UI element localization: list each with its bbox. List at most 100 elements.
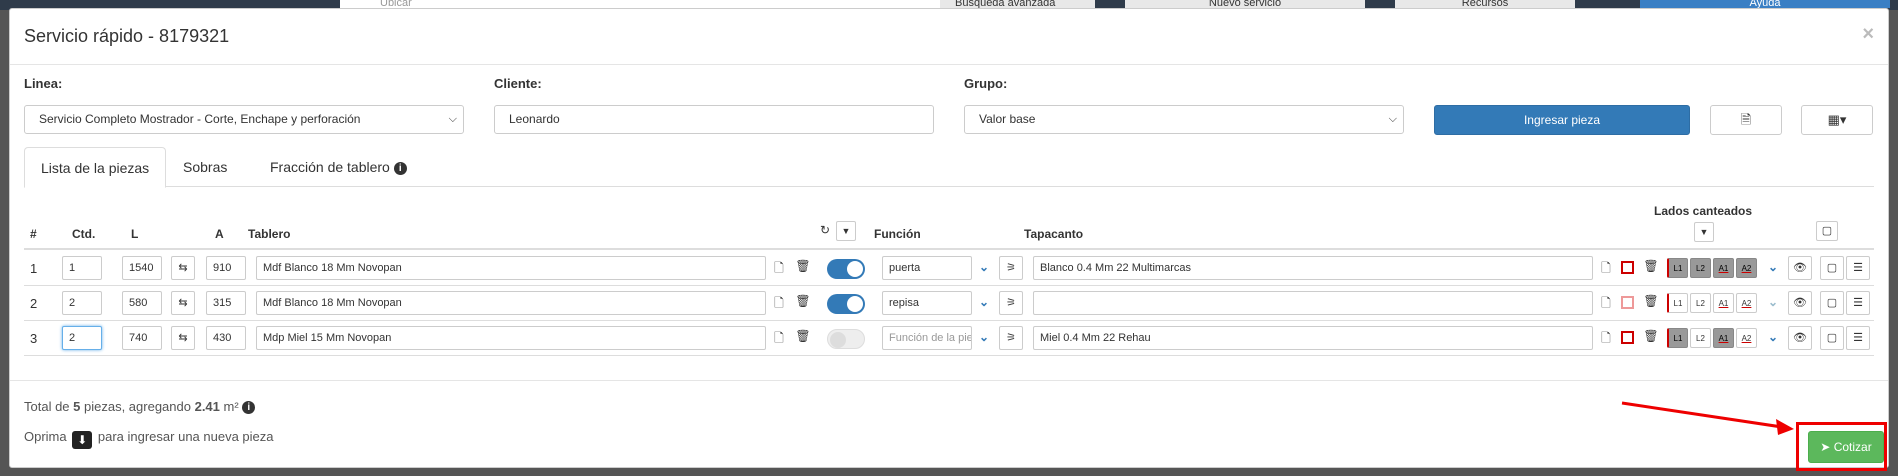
export-document-button[interactable]: 🗎 <box>1710 105 1782 135</box>
qty-input[interactable]: 2 <box>62 291 102 315</box>
rotate-toggle[interactable] <box>827 294 865 314</box>
drill-button[interactable]: ⚞ <box>999 326 1023 350</box>
length-input[interactable]: 740 <box>122 326 162 350</box>
info-icon[interactable]: i <box>393 162 407 175</box>
cotizar-button[interactable]: ➤ Cotizar <box>1808 431 1884 463</box>
row-menu-button[interactable]: ☰ <box>1846 291 1870 315</box>
lados-dropdown-button[interactable]: ▼ <box>1694 222 1714 242</box>
send-icon: ➤ <box>1820 440 1831 454</box>
funcion-input[interactable]: Función de la pieza <box>882 326 972 350</box>
side-l1-button[interactable]: L1 <box>1667 293 1688 313</box>
header-tapacanto: Tapacanto <box>1024 227 1084 241</box>
length-input[interactable]: 1540 <box>122 256 162 280</box>
trash-icon[interactable]: 🗑 <box>1642 259 1660 273</box>
rotate-toggle[interactable] <box>827 259 865 279</box>
row-menu-button[interactable]: ☰ <box>1846 326 1870 350</box>
side-l2-button[interactable]: L2 <box>1690 328 1711 348</box>
row-select-button[interactable]: ▢ <box>1820 291 1844 315</box>
copy-icon[interactable]: 🗋 <box>1597 329 1615 350</box>
chevron-down-icon[interactable]: ⌄ <box>979 260 989 274</box>
tablero-input[interactable]: Mdp Miel 15 Mm Novopan <box>256 326 766 350</box>
modal-header: Servicio rápido - 8179321 × <box>10 9 1888 65</box>
trash-icon[interactable]: 🗑 <box>1642 329 1660 343</box>
edge-marker-icon[interactable] <box>1621 261 1634 274</box>
side-l1-button[interactable]: L1 <box>1667 258 1688 278</box>
side-a2-button[interactable]: A2 <box>1736 328 1757 348</box>
chevron-down-icon[interactable]: ⌄ <box>1768 295 1778 309</box>
grupo-label: Grupo: <box>964 76 1008 91</box>
side-a2-button[interactable]: A2 <box>1736 293 1757 313</box>
funcion-input[interactable]: puerta <box>882 256 972 280</box>
grid-icon: ▦▾ <box>1827 112 1847 127</box>
tab-fraccion-tablero[interactable]: Fracción de tablero i <box>254 147 423 187</box>
side-a1-button[interactable]: A1 <box>1713 293 1734 313</box>
width-input[interactable]: 910 <box>206 256 246 280</box>
chevron-down-icon: ⌵ <box>448 113 457 125</box>
header-num: # <box>30 227 37 241</box>
row-select-button[interactable]: ▢ <box>1820 326 1844 350</box>
rotate-toggle[interactable] <box>827 329 865 349</box>
ingresar-pieza-button[interactable]: Ingresar pieza <box>1434 105 1690 135</box>
tablero-input[interactable]: Mdf Blanco 18 Mm Novopan <box>256 291 766 315</box>
quick-service-modal: Servicio rápido - 8179321 × Linea: Servi… <box>9 8 1889 471</box>
qty-input[interactable]: 2 <box>62 326 102 350</box>
total-summary: Total de 5 piezas, agregando 2.41 m² i <box>24 399 256 414</box>
tab-sobras[interactable]: Sobras <box>167 147 243 187</box>
toggle-knob <box>847 261 863 277</box>
chevron-down-icon[interactable]: ⌄ <box>979 295 989 309</box>
toggle-dropdown-button[interactable]: ▼ <box>836 221 856 241</box>
copy-icon[interactable]: 🗋 <box>1597 259 1615 280</box>
copy-icon[interactable]: 🗋 <box>1597 294 1615 315</box>
row-select-button[interactable]: ▢ <box>1820 256 1844 280</box>
funcion-input[interactable]: repisa <box>882 291 972 315</box>
copy-icon[interactable]: 🗋 <box>770 329 788 350</box>
copy-icon[interactable]: 🗋 <box>770 294 788 315</box>
tab-label: Fracción de tablero <box>270 159 390 175</box>
swap-button[interactable]: ⇆ <box>171 256 195 280</box>
side-a1-button[interactable]: A1 <box>1713 258 1734 278</box>
tablero-input[interactable]: Mdf Blanco 18 Mm Novopan <box>256 256 766 280</box>
chevron-down-icon[interactable]: ⌄ <box>1768 330 1778 344</box>
qty-input[interactable]: 1 <box>62 256 102 280</box>
tapacanto-input[interactable] <box>1033 291 1593 315</box>
tapacanto-input[interactable]: Miel 0.4 Mm 22 Rehau <box>1033 326 1593 350</box>
hint-suffix: para ingresar una nueva pieza <box>97 429 274 444</box>
trash-icon[interactable]: 🗑 <box>794 259 812 273</box>
view-button[interactable]: 👁 <box>1788 291 1812 315</box>
cliente-input[interactable]: Leonardo <box>494 105 934 134</box>
trash-icon[interactable]: 🗑 <box>794 329 812 343</box>
edge-marker-icon[interactable] <box>1621 331 1634 344</box>
length-input[interactable]: 580 <box>122 291 162 315</box>
grid-menu-button[interactable]: ▦▾ <box>1801 105 1873 135</box>
toggle-knob <box>830 332 846 348</box>
edge-marker-icon[interactable] <box>1621 296 1634 309</box>
width-input[interactable]: 315 <box>206 291 246 315</box>
grupo-select[interactable]: Valor base ⌵ <box>964 105 1404 134</box>
swap-button[interactable]: ⇆ <box>171 291 195 315</box>
tapacanto-input[interactable]: Blanco 0.4 Mm 22 Multimarcas <box>1033 256 1593 280</box>
swap-button[interactable]: ⇆ <box>171 326 195 350</box>
table-row: 2 2 580 ⇆ 315 Mdf Blanco 18 Mm Novopan 🗋… <box>24 286 1874 321</box>
linea-select[interactable]: Servicio Completo Mostrador - Corte, Enc… <box>24 105 464 134</box>
refresh-icon[interactable]: ↻ <box>816 223 834 237</box>
chevron-down-icon[interactable]: ⌄ <box>1768 260 1778 274</box>
chevron-down-icon[interactable]: ⌄ <box>979 330 989 344</box>
side-a2-button[interactable]: A2 <box>1736 258 1757 278</box>
row-menu-button[interactable]: ☰ <box>1846 256 1870 280</box>
side-l1-button[interactable]: L1 <box>1667 328 1688 348</box>
side-a1-button[interactable]: A1 <box>1713 328 1734 348</box>
trash-icon[interactable]: 🗑 <box>794 294 812 308</box>
side-l2-button[interactable]: L2 <box>1690 293 1711 313</box>
tab-lista-piezas[interactable]: Lista de la piezas <box>24 147 167 188</box>
close-icon[interactable]: × <box>1862 23 1874 46</box>
side-l2-button[interactable]: L2 <box>1690 258 1711 278</box>
copy-icon[interactable]: 🗋 <box>770 259 788 280</box>
view-button[interactable]: 👁 <box>1788 256 1812 280</box>
drill-button[interactable]: ⚞ <box>999 256 1023 280</box>
view-button[interactable]: 👁 <box>1788 326 1812 350</box>
trash-icon[interactable]: 🗑 <box>1642 294 1660 308</box>
info-icon[interactable]: i <box>242 401 256 414</box>
width-input[interactable]: 430 <box>206 326 246 350</box>
drill-button[interactable]: ⚞ <box>999 291 1023 315</box>
select-all-button[interactable]: ▢ <box>1816 221 1838 241</box>
